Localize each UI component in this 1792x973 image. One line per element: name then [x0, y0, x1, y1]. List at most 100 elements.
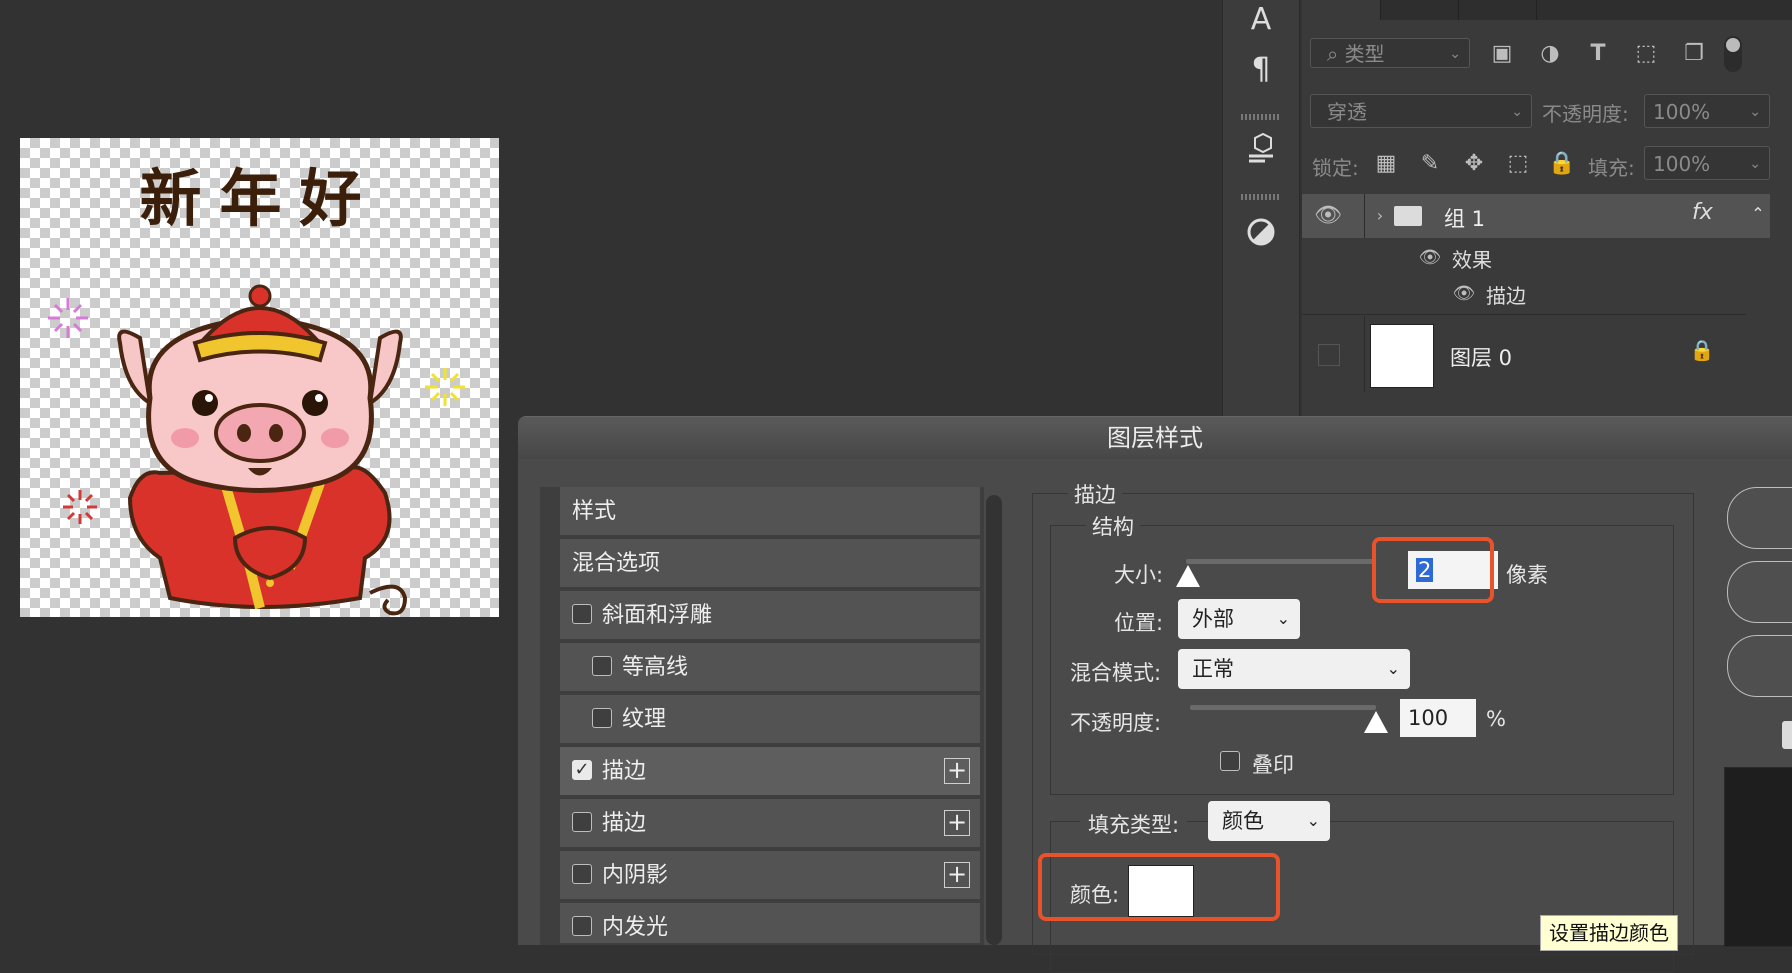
size-slider-track[interactable]: [1186, 559, 1376, 564]
opacity-slider-track[interactable]: [1190, 705, 1376, 710]
sparkle-icon: [48, 298, 88, 338]
position-select[interactable]: 外部 ⌄: [1178, 599, 1300, 639]
style-item-inner-shadow[interactable]: 内阴影 +: [560, 851, 980, 901]
sparkle-icon: [425, 368, 465, 406]
panel-tool-strip: A ¶: [1222, 0, 1300, 416]
lock-position-icon[interactable]: ✥: [1460, 150, 1488, 178]
stroke-opacity-input[interactable]: 100: [1400, 699, 1476, 737]
lock-artboard-icon[interactable]: ⬚: [1504, 150, 1532, 178]
new-style-button[interactable]: [1727, 635, 1792, 697]
panel-grip[interactable]: [1241, 114, 1281, 120]
checkbox[interactable]: [592, 708, 612, 728]
shape-filter-icon[interactable]: ⬚: [1632, 40, 1660, 68]
character-panel-icon[interactable]: A: [1241, 0, 1281, 40]
opacity-unit: %: [1486, 707, 1506, 731]
stroke-section-title: 描边: [1068, 479, 1122, 509]
layer-effects-row[interactable]: 👁 效果: [1302, 240, 1746, 276]
lock-all-icon[interactable]: 🔒: [1548, 150, 1576, 178]
eye-icon[interactable]: 👁: [1450, 280, 1478, 308]
style-item-bevel-emboss[interactable]: 斜面和浮雕: [560, 591, 980, 641]
panel-tab-bar: [1302, 0, 1792, 20]
layer-thumbnail: [1370, 324, 1434, 388]
chevron-right-icon[interactable]: ›: [1366, 202, 1394, 230]
visibility-toggle[interactable]: [1318, 344, 1340, 366]
opacity-slider-thumb[interactable]: [1364, 711, 1388, 733]
checkbox[interactable]: [572, 812, 592, 832]
folder-icon: [1394, 206, 1422, 226]
pig-illustration: [48, 284, 465, 616]
tab-paths[interactable]: [1458, 0, 1537, 20]
chevron-down-icon: ⌄: [1749, 156, 1761, 172]
type-filter-icon[interactable]: T: [1584, 40, 1612, 68]
search-icon: ⌕: [1327, 42, 1339, 66]
structure-title: 结构: [1086, 511, 1140, 541]
image-filter-icon[interactable]: ▣: [1488, 40, 1516, 68]
canvas-image: 新年好: [20, 138, 499, 617]
blending-options-item[interactable]: 混合选项: [560, 539, 980, 589]
lock-label: 锁定:: [1312, 156, 1359, 180]
layer-style-dialog: 图层样式 样式 混合选项 斜面和浮雕 等高线 纹理 ✓ 描边 + 描边 + 内阴…: [518, 416, 1792, 973]
checkmark-icon[interactable]: ✓: [572, 760, 592, 780]
style-item-contour[interactable]: 等高线: [560, 643, 980, 693]
styles-scrollbar[interactable]: [986, 495, 1002, 945]
lock-image-pixels-icon[interactable]: ✎: [1416, 150, 1444, 178]
panel-grip[interactable]: [1241, 194, 1281, 200]
layer-filter-select[interactable]: ⌕ 类型 ⌄: [1310, 38, 1470, 68]
tooltip: 设置描边颜色: [1540, 915, 1678, 951]
3d-panel-icon[interactable]: [1241, 132, 1281, 172]
ok-button[interactable]: [1727, 487, 1792, 549]
dialog-title: 图层样式: [518, 417, 1792, 459]
cancel-button[interactable]: [1727, 561, 1792, 623]
chevron-down-icon: ⌄: [1306, 811, 1320, 830]
checkbox[interactable]: [572, 864, 592, 884]
blend-mode-label: 混合模式:: [1070, 661, 1162, 685]
layer-name: 组 1: [1444, 207, 1486, 231]
paragraph-panel-icon[interactable]: ¶: [1241, 50, 1281, 90]
highlight-box: [1038, 853, 1280, 921]
fill-type-label: 填充类型:: [1080, 809, 1188, 839]
lock-transparent-pixels-icon[interactable]: ▦: [1372, 150, 1400, 178]
checkbox[interactable]: [572, 916, 592, 936]
eye-icon[interactable]: 👁: [1416, 244, 1444, 272]
overprint-checkbox[interactable]: [1220, 751, 1240, 771]
style-item-stroke[interactable]: 描边 +: [560, 799, 980, 849]
layer-name: 图层 0: [1450, 346, 1513, 370]
smart-object-filter-icon[interactable]: ❐: [1680, 40, 1708, 68]
collapse-effects-icon[interactable]: ⌃: [1746, 194, 1770, 238]
fill-label: 填充:: [1588, 156, 1635, 180]
effects-label: 效果: [1452, 248, 1492, 272]
chevron-down-icon: ⌄: [1449, 46, 1461, 62]
overprint-label: 叠印: [1252, 753, 1294, 777]
filter-toggle[interactable]: [1724, 36, 1742, 72]
style-item-texture[interactable]: 纹理: [560, 695, 980, 745]
layer-row-layer0[interactable]: 图层 0 🔒: [1302, 316, 1746, 392]
size-label: 大小:: [1114, 563, 1164, 587]
layer-row-group[interactable]: 👁 › 组 1 fx: [1302, 194, 1746, 238]
eye-icon[interactable]: 👁: [1314, 202, 1342, 230]
layer-effect-stroke-row[interactable]: 👁 描边: [1302, 276, 1746, 312]
add-style-icon[interactable]: +: [944, 758, 970, 784]
checkbox[interactable]: [572, 604, 592, 624]
size-slider-thumb[interactable]: [1175, 565, 1200, 587]
tab-channels[interactable]: [1380, 0, 1459, 20]
style-item-stroke-active[interactable]: ✓ 描边 +: [560, 747, 980, 797]
add-style-icon[interactable]: +: [944, 810, 970, 836]
preview-checkbox[interactable]: [1782, 721, 1792, 749]
sparkle-icon: [63, 490, 97, 524]
stroke-blend-mode-select[interactable]: 正常 ⌄: [1178, 649, 1410, 689]
opacity-label: 不透明度:: [1542, 102, 1629, 126]
tab-layers[interactable]: [1302, 0, 1381, 20]
styles-header[interactable]: 样式: [560, 487, 980, 537]
adjustment-filter-icon[interactable]: ◑: [1536, 40, 1564, 68]
fx-icon[interactable]: fx: [1692, 200, 1713, 225]
fill-input[interactable]: 100% ⌄: [1644, 146, 1770, 180]
opacity-input[interactable]: 100% ⌄: [1644, 94, 1770, 128]
layers-panel: ⌕ 类型 ⌄ ▣ ◑ T ⬚ ❐ 穿透 ⌄ 不透明度: 100% ⌄ 锁定: ▦…: [1302, 0, 1792, 416]
add-style-icon[interactable]: +: [944, 862, 970, 888]
position-label: 位置:: [1114, 611, 1164, 635]
blend-mode-select[interactable]: 穿透 ⌄: [1310, 94, 1532, 128]
fill-type-select[interactable]: 颜色 ⌄: [1208, 801, 1330, 841]
adjustments-panel-icon[interactable]: [1241, 216, 1281, 256]
checkbox[interactable]: [592, 656, 612, 676]
style-item-inner-glow[interactable]: 内发光: [560, 903, 980, 945]
